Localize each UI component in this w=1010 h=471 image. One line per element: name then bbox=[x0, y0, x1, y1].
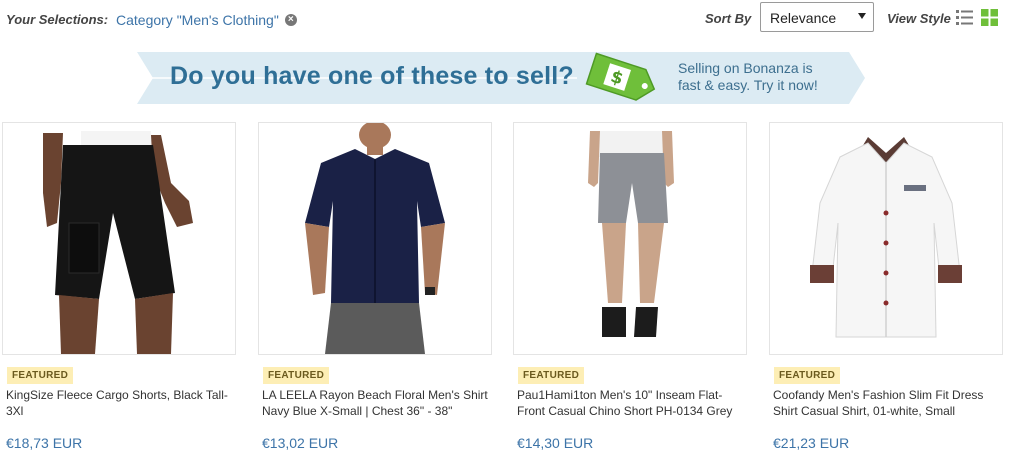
selections-label: Your Selections: bbox=[6, 12, 109, 27]
product-title[interactable]: Coofandy Men's Fashion Slim Fit Dress Sh… bbox=[773, 387, 999, 419]
product-image[interactable] bbox=[513, 122, 747, 355]
product-card[interactable]: FEATURED Coofandy Men's Fashion Slim Fit… bbox=[769, 122, 1003, 455]
view-style-label: View Style bbox=[887, 11, 951, 26]
product-card[interactable]: FEATURED KingSize Fleece Cargo Shorts, B… bbox=[2, 122, 236, 455]
featured-badge: FEATURED bbox=[774, 367, 841, 384]
category-filter-label[interactable]: Category "Men's Clothing" bbox=[116, 12, 279, 28]
banner-subtitle[interactable]: Selling on Bonanza is fast & easy. Try i… bbox=[678, 60, 838, 94]
product-title[interactable]: Pau1Hami1ton Men's 10" Inseam Flat-Front… bbox=[517, 387, 743, 419]
product-title[interactable]: LA LEELA Rayon Beach Floral Men's Shirt … bbox=[262, 387, 488, 419]
sort-label: Sort By bbox=[705, 11, 752, 26]
featured-badge: FEATURED bbox=[263, 367, 330, 384]
sort-dropdown[interactable]: Relevance bbox=[760, 2, 874, 32]
product-card[interactable]: FEATURED Pau1Hami1ton Men's 10" Inseam F… bbox=[513, 122, 747, 455]
product-price: €14,30 EUR bbox=[517, 435, 594, 451]
product-card[interactable]: FEATURED LA LEELA Rayon Beach Floral Men… bbox=[258, 122, 492, 455]
product-title[interactable]: KingSize Fleece Cargo Shorts, Black Tall… bbox=[6, 387, 232, 419]
list-view-icon[interactable] bbox=[956, 9, 973, 26]
banner-title[interactable]: Do you have one of these to sell? bbox=[170, 62, 574, 91]
product-price: €13,02 EUR bbox=[262, 435, 339, 451]
sort-selected-value: Relevance bbox=[770, 10, 837, 26]
product-price: €18,73 EUR bbox=[6, 435, 83, 451]
featured-badge: FEATURED bbox=[7, 367, 74, 384]
filter-bar: Your Selections: Category "Men's Clothin… bbox=[0, 0, 1010, 38]
product-image[interactable] bbox=[2, 122, 236, 355]
product-image[interactable] bbox=[769, 122, 1003, 355]
grid-view-icon[interactable] bbox=[981, 9, 998, 26]
featured-badge: FEATURED bbox=[518, 367, 585, 384]
product-image[interactable] bbox=[258, 122, 492, 355]
remove-filter-icon[interactable]: × bbox=[284, 14, 297, 26]
dropdown-caret-icon bbox=[858, 13, 866, 19]
product-price: €21,23 EUR bbox=[773, 435, 850, 451]
price-tag-icon: $ bbox=[585, 52, 656, 101]
category-filter-chip[interactable]: Category "Men's Clothing" × bbox=[116, 12, 297, 28]
